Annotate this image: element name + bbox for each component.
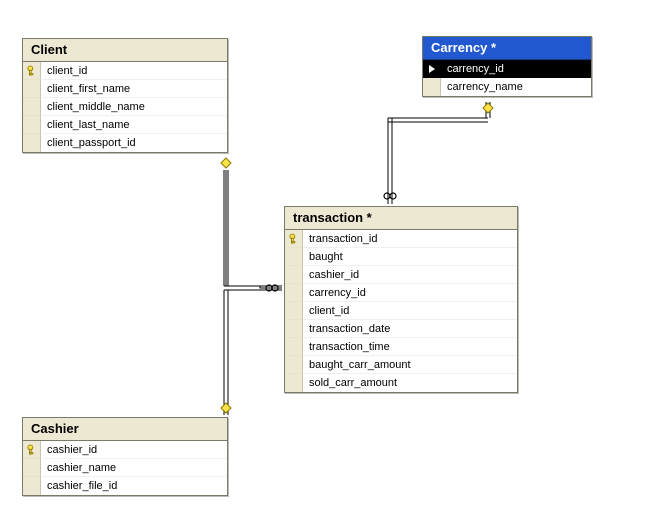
blank-icon (285, 338, 303, 356)
column-row[interactable]: transaction_time (285, 338, 517, 356)
column-row[interactable]: baught_carr_amount (285, 356, 517, 374)
table-title[interactable]: Carrency * (423, 37, 591, 60)
table-client[interactable]: Client client_id client_first_name clien… (22, 38, 228, 153)
blank-icon (285, 302, 303, 320)
column-name: client_id (41, 62, 227, 80)
table-title[interactable]: Cashier (23, 418, 227, 441)
table-columns: cashier_id cashier_name cashier_file_id (23, 441, 227, 495)
column-name: transaction_date (303, 320, 517, 338)
blank-icon (23, 134, 41, 152)
column-name: transaction_id (303, 230, 517, 248)
column-name: carrency_name (441, 78, 591, 96)
column-row[interactable]: baught (285, 248, 517, 266)
column-row[interactable]: carrency_id (285, 284, 517, 302)
blank-icon (285, 320, 303, 338)
column-name: cashier_name (41, 459, 227, 477)
er-diagram-canvas[interactable]: Client client_id client_first_name clien… (0, 0, 659, 525)
column-row[interactable]: client_id (23, 62, 227, 80)
blank-icon (23, 80, 41, 98)
table-columns: transaction_id baught cashier_id carrenc… (285, 230, 517, 392)
column-row[interactable]: cashier_id (285, 266, 517, 284)
blank-icon (423, 78, 441, 96)
column-name: baught (303, 248, 517, 266)
rel-cashier-transaction (221, 290, 231, 415)
column-row[interactable]: client_passport_id (23, 134, 227, 152)
blank-icon (23, 459, 41, 477)
key-icon (285, 230, 303, 248)
column-row[interactable]: client_first_name (23, 80, 227, 98)
column-row[interactable]: client_middle_name (23, 98, 227, 116)
blank-icon (23, 116, 41, 134)
table-columns: client_id client_first_name client_middl… (23, 62, 227, 152)
table-transaction[interactable]: transaction * transaction_id baught cash… (284, 206, 518, 393)
column-row[interactable]: cashier_file_id (23, 477, 227, 495)
column-name: baught_carr_amount (303, 356, 517, 374)
blank-icon (23, 98, 41, 116)
column-name: client_id (303, 302, 517, 320)
key-icon (23, 441, 41, 459)
column-row[interactable]: cashier_id (23, 441, 227, 459)
table-title[interactable]: Client (23, 39, 227, 62)
blank-icon (285, 266, 303, 284)
row-pointer-icon (423, 60, 441, 78)
column-row[interactable]: carrency_id (423, 60, 591, 78)
column-name: transaction_time (303, 338, 517, 356)
column-row[interactable]: transaction_date (285, 320, 517, 338)
column-row[interactable]: client_id (285, 302, 517, 320)
table-currency[interactable]: Carrency * carrency_id carrency_name (422, 36, 592, 97)
blank-icon (285, 284, 303, 302)
column-name: cashier_id (303, 266, 517, 284)
column-name: client_middle_name (41, 98, 227, 116)
blank-icon (285, 248, 303, 266)
column-name: client_first_name (41, 80, 227, 98)
column-name: cashier_file_id (41, 477, 227, 495)
column-row[interactable]: carrency_name (423, 78, 591, 96)
column-row[interactable]: transaction_id (285, 230, 517, 248)
table-cashier[interactable]: Cashier cashier_id cashier_name cashier_… (22, 417, 228, 496)
table-title[interactable]: transaction * (285, 207, 517, 230)
blank-icon (285, 356, 303, 374)
blank-icon (285, 374, 303, 392)
blank-icon (23, 477, 41, 495)
column-row[interactable]: client_last_name (23, 116, 227, 134)
column-name: client_passport_id (41, 134, 227, 152)
column-name: sold_carr_amount (303, 374, 517, 392)
column-name: carrency_id (441, 60, 591, 78)
column-row[interactable]: sold_carr_amount (285, 374, 517, 392)
column-name: cashier_id (41, 441, 227, 459)
rel-currency-transaction (384, 102, 493, 204)
column-name: client_last_name (41, 116, 227, 134)
column-name: carrency_id (303, 284, 517, 302)
column-row[interactable]: cashier_name (23, 459, 227, 477)
table-columns: carrency_id carrency_name (423, 60, 591, 96)
key-icon (23, 62, 41, 80)
